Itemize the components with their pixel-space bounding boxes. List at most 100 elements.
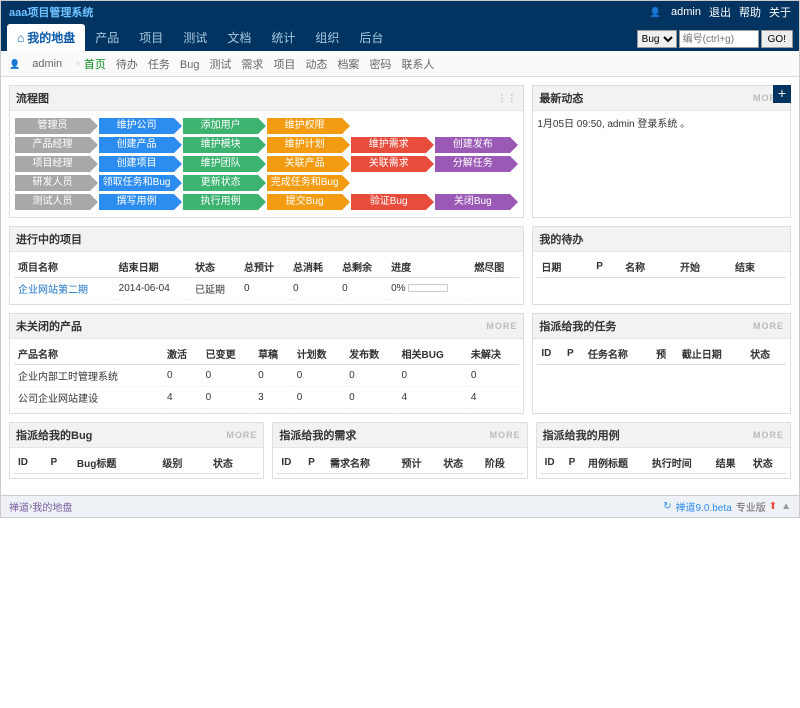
logout-link[interactable]: 退出 <box>709 4 731 20</box>
column-header: 草稿 <box>254 343 293 365</box>
flow-step[interactable]: 更新状态 <box>183 175 258 191</box>
flow-step[interactable]: 维护公司 <box>99 118 174 134</box>
flow-step[interactable]: 关联产品 <box>267 156 342 172</box>
flow-step[interactable]: 管理员 <box>15 118 90 134</box>
edition-label: 专业版 <box>736 499 766 514</box>
project-link[interactable]: 企业网站第二期 <box>18 285 88 296</box>
flow-step[interactable]: 创建发布 <box>435 137 510 153</box>
mystory-panel: 指派给我的需求MORE IDP需求名称预计状态阶段 <box>272 422 527 479</box>
flowchart-panel: 流程图⋮⋮ 管理员维护公司添加用户维护权限产品经理创建产品维护模块维护计划维护需… <box>9 85 524 218</box>
panel-title: 我的待办 <box>539 231 784 247</box>
help-link[interactable]: 帮助 <box>739 4 761 20</box>
ongoing-table: 项目名称结束日期状态总预计总消耗总剩余进度燃尽图 企业网站第二期2014-06-… <box>14 256 519 300</box>
flow-step[interactable]: 维护权限 <box>267 118 342 134</box>
column-header: 总消耗 <box>289 256 338 278</box>
flow-step[interactable]: 关联需求 <box>351 156 426 172</box>
panel-title: 指派给我的Bug <box>16 427 226 443</box>
column-header: 预 <box>652 343 678 365</box>
column-header: 相关BUG <box>398 343 467 365</box>
flow-step[interactable]: 执行用例 <box>183 194 258 210</box>
search-box: Bug GO! <box>637 30 793 51</box>
refresh-icon[interactable]: ↻ <box>663 501 671 512</box>
column-header: 状态 <box>209 452 259 474</box>
subnav-item[interactable]: 项目 <box>273 59 295 71</box>
menu-tab-4[interactable]: 文档 <box>217 24 261 51</box>
subnav-item[interactable]: Bug <box>180 59 200 71</box>
collapse-icon[interactable]: ▲ <box>781 501 791 512</box>
column-header: 名称 <box>621 256 676 278</box>
flow-step[interactable]: 添加用户 <box>183 118 258 134</box>
column-header: 计划数 <box>293 343 345 365</box>
column-header: 进度 <box>387 256 470 278</box>
table-row: 企业内部工时管理系统0000000 <box>14 365 519 387</box>
column-header: ID <box>537 343 563 365</box>
chevron-right-icon: › <box>76 58 80 70</box>
panel-title: 指派给我的任务 <box>539 318 753 334</box>
subnav-item[interactable]: 动态 <box>305 59 327 71</box>
flow-step[interactable]: 维护计划 <box>267 137 342 153</box>
column-header: 需求名称 <box>326 452 398 474</box>
mybug-panel: 指派给我的BugMORE IDPBug标题级别状态 <box>9 422 264 479</box>
add-button[interactable]: + <box>773 85 791 103</box>
more-link[interactable]: MORE <box>226 430 257 440</box>
column-header: P <box>46 452 72 474</box>
menu-tab-1[interactable]: 产品 <box>85 24 129 51</box>
flow-step[interactable]: 维护团队 <box>183 156 258 172</box>
menu-tab-3[interactable]: 测试 <box>173 24 217 51</box>
search-type-select[interactable]: Bug <box>637 30 677 48</box>
subnav-item[interactable]: 密码 <box>369 59 391 71</box>
progress-bar <box>408 284 448 292</box>
subnav-item[interactable]: 需求 <box>241 59 263 71</box>
flow-step[interactable]: 创建项目 <box>99 156 174 172</box>
more-link[interactable]: MORE <box>753 430 784 440</box>
subnav-item[interactable]: 首页 <box>84 59 106 71</box>
flow-step[interactable]: 验证Bug <box>351 194 426 210</box>
menu-tab-0[interactable]: ⌂我的地盘 <box>7 24 85 51</box>
more-link[interactable]: MORE <box>486 321 517 331</box>
column-header: P <box>304 452 326 474</box>
products-panel: 未关闭的产品MORE 产品名称激活已变更草稿计划数发布数相关BUG未解决企业内部… <box>9 313 524 414</box>
table-row: 企业网站第二期2014-06-04已延期0000% <box>14 278 519 300</box>
subnav-item[interactable]: 测试 <box>209 59 231 71</box>
column-header: 结果 <box>712 452 749 474</box>
column-header: 用例标题 <box>584 452 648 474</box>
flow-step[interactable]: 领取任务和Bug <box>99 175 174 191</box>
about-link[interactable]: 关于 <box>769 4 791 20</box>
menu-tab-6[interactable]: 组织 <box>305 24 349 51</box>
subnav-item[interactable]: 任务 <box>148 59 170 71</box>
flow-step[interactable]: 项目经理 <box>15 156 90 172</box>
more-link[interactable]: MORE <box>753 321 784 331</box>
menu-tab-7[interactable]: 后台 <box>349 24 393 51</box>
flow-step[interactable]: 提交Bug <box>267 194 342 210</box>
menu-tab-2[interactable]: 项目 <box>129 24 173 51</box>
flow-step[interactable]: 撰写用例 <box>99 194 174 210</box>
footer-page[interactable]: 我的地盘 <box>32 499 72 514</box>
scroll-top-icon[interactable]: ⬆ <box>769 501 777 512</box>
column-header: 燃尽图 <box>470 256 519 278</box>
topbar: aaa项目管理系统 admin 退出 帮助 关于 <box>1 1 799 23</box>
flow-step[interactable]: 研发人员 <box>15 175 90 191</box>
sub-nav: admin › 首页待办任务 Bug 测试需求项目动态档案密码联系人 <box>1 51 799 77</box>
flow-step[interactable]: 维护模块 <box>183 137 258 153</box>
search-input[interactable] <box>679 30 759 48</box>
flow-step[interactable]: 测试人员 <box>15 194 90 210</box>
main-menu: ⌂我的地盘产品项目测试文档统计组织后台 Bug GO! <box>1 23 799 51</box>
panel-drag-icon[interactable]: ⋮⋮ <box>497 93 517 104</box>
flow-step[interactable]: 完成任务和Bug <box>267 175 342 191</box>
menu-tab-5[interactable]: 统计 <box>261 24 305 51</box>
flow-step[interactable]: 维护需求 <box>351 137 426 153</box>
user-link[interactable]: admin <box>671 6 701 18</box>
footer-brand[interactable]: 禅道 <box>9 499 29 514</box>
flow-step[interactable]: 分解任务 <box>435 156 510 172</box>
flow-step[interactable]: 创建产品 <box>99 137 174 153</box>
flow-step[interactable]: 关闭Bug <box>435 194 510 210</box>
search-go-button[interactable]: GO! <box>761 30 793 48</box>
subnav-item[interactable]: 档案 <box>337 59 359 71</box>
more-link[interactable]: MORE <box>490 430 521 440</box>
flow-step[interactable]: 产品经理 <box>15 137 90 153</box>
table-row: 公司企业网站建设4030044 <box>14 387 519 409</box>
column-header: 任务名称 <box>584 343 652 365</box>
subnav-item[interactable]: 待办 <box>116 59 138 71</box>
breadcrumb-user[interactable]: admin <box>32 58 62 70</box>
subnav-item[interactable]: 联系人 <box>401 59 434 71</box>
